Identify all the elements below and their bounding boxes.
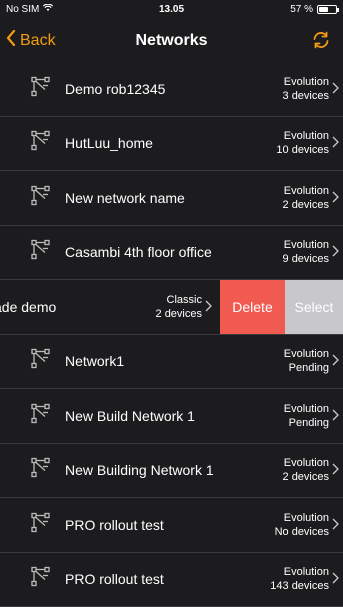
network-status: No devices: [274, 525, 329, 538]
network-row[interactable]: New network name Evolution 2 devices: [0, 171, 343, 226]
network-row[interactable]: New Build Network 1 Evolution Pending: [0, 389, 343, 444]
network-status: 2 devices: [155, 307, 202, 320]
network-type: Evolution: [283, 348, 329, 361]
select-button[interactable]: Select: [285, 280, 343, 334]
network-name: ade demo: [0, 298, 57, 315]
network-row[interactable]: Demo rob12345 Evolution 3 devices: [0, 62, 343, 117]
network-type: Evolution: [283, 402, 329, 415]
network-name: Network1: [65, 353, 125, 370]
network-status: Pending: [288, 416, 329, 429]
network-status: 3 devices: [282, 89, 329, 102]
network-name: PRO rollout test: [65, 571, 164, 588]
network-meta: Evolution 2 devices: [283, 456, 329, 484]
page-title: Networks: [135, 32, 208, 49]
chevron-right-icon: [332, 571, 339, 587]
network-name: Casambi 4th floor office: [65, 244, 212, 261]
network-node-icon: [30, 511, 52, 538]
network-node-icon: [30, 402, 52, 429]
network-name: New Building Network 1: [65, 462, 214, 479]
network-type: Evolution: [283, 511, 329, 524]
chevron-right-icon: [332, 135, 339, 151]
chevron-right-icon: [332, 190, 339, 206]
network-row[interactable]: Network1 Evolution Pending: [0, 335, 343, 389]
network-row[interactable]: New Building Network 1 Evolution 2 devices: [0, 444, 343, 498]
network-node-icon: [30, 130, 52, 157]
network-status: 10 devices: [276, 144, 329, 157]
network-meta: Evolution 3 devices: [283, 75, 329, 103]
network-name: Demo rob12345: [65, 80, 166, 97]
chevron-right-icon: [332, 462, 339, 478]
network-status: Pending: [288, 362, 329, 375]
network-row[interactable]: ade demo Classic 2 devices Delete Select: [0, 280, 343, 335]
network-node-icon: [30, 566, 52, 593]
status-right: 57 %: [290, 4, 339, 15]
chevron-right-icon: [332, 244, 339, 260]
delete-button[interactable]: Delete: [220, 280, 285, 334]
battery-icon: [317, 5, 339, 14]
network-row[interactable]: PRO rollout test Evolution 143 devices: [0, 553, 343, 607]
refresh-icon: [311, 31, 331, 54]
network-type: Evolution: [283, 130, 329, 143]
network-type: Evolution: [283, 566, 329, 579]
network-node-icon: [30, 348, 52, 375]
network-status: 2 devices: [282, 471, 329, 484]
chevron-right-icon: [332, 517, 339, 533]
network-row[interactable]: PRO rollout test Evolution No devices: [0, 498, 343, 553]
network-list: Demo rob12345 Evolution 3 devices HutLuu_ho…: [0, 62, 343, 607]
chevron-right-icon: [332, 81, 339, 97]
network-meta: Classic 2 devices: [156, 293, 202, 321]
network-name: New Build Network 1: [65, 407, 195, 424]
network-node-icon: [30, 239, 52, 266]
network-name: New network name: [65, 189, 185, 206]
chevron-right-icon: [205, 299, 212, 315]
network-meta: Evolution 9 devices: [283, 238, 329, 266]
network-node-icon: [30, 184, 52, 211]
network-status: 143 devices: [270, 580, 329, 593]
network-name: HutLuu_home: [65, 135, 153, 152]
network-row[interactable]: HutLuu_home Evolution 10 devices: [0, 117, 343, 171]
network-status: 2 devices: [282, 198, 329, 211]
chevron-right-icon: [332, 408, 339, 424]
network-type: Evolution: [283, 75, 329, 88]
network-type: Evolution: [283, 239, 329, 252]
network-meta: Evolution 10 devices: [276, 129, 329, 157]
network-meta: Evolution No devices: [275, 511, 329, 539]
network-row[interactable]: Casambi 4th floor office Evolution 9 devic…: [0, 226, 343, 280]
network-meta: Evolution 143 devices: [270, 565, 329, 593]
network-meta: Evolution Pending: [284, 347, 329, 375]
network-type: Evolution: [283, 184, 329, 197]
network-name: PRO rollout test: [65, 516, 164, 533]
network-type: Classic: [166, 293, 202, 306]
network-meta: Evolution 2 devices: [283, 184, 329, 212]
status-bar: No SIM 13.05 57 %: [0, 0, 343, 20]
network-node-icon: [30, 457, 52, 484]
battery-fill: [319, 7, 328, 12]
network-type: Evolution: [283, 457, 329, 470]
network-meta: Evolution Pending: [284, 402, 329, 430]
refresh-button[interactable]: [311, 30, 331, 55]
network-status: 9 devices: [282, 253, 329, 266]
network-node-icon: [30, 75, 52, 102]
battery-tip: [337, 8, 339, 12]
network-row-content[interactable]: ade demo Classic 2 devices: [0, 280, 220, 334]
chevron-right-icon: [332, 353, 339, 369]
battery-percent: 57 %: [290, 4, 313, 15]
navigation-bar: Back Networks: [0, 20, 343, 62]
